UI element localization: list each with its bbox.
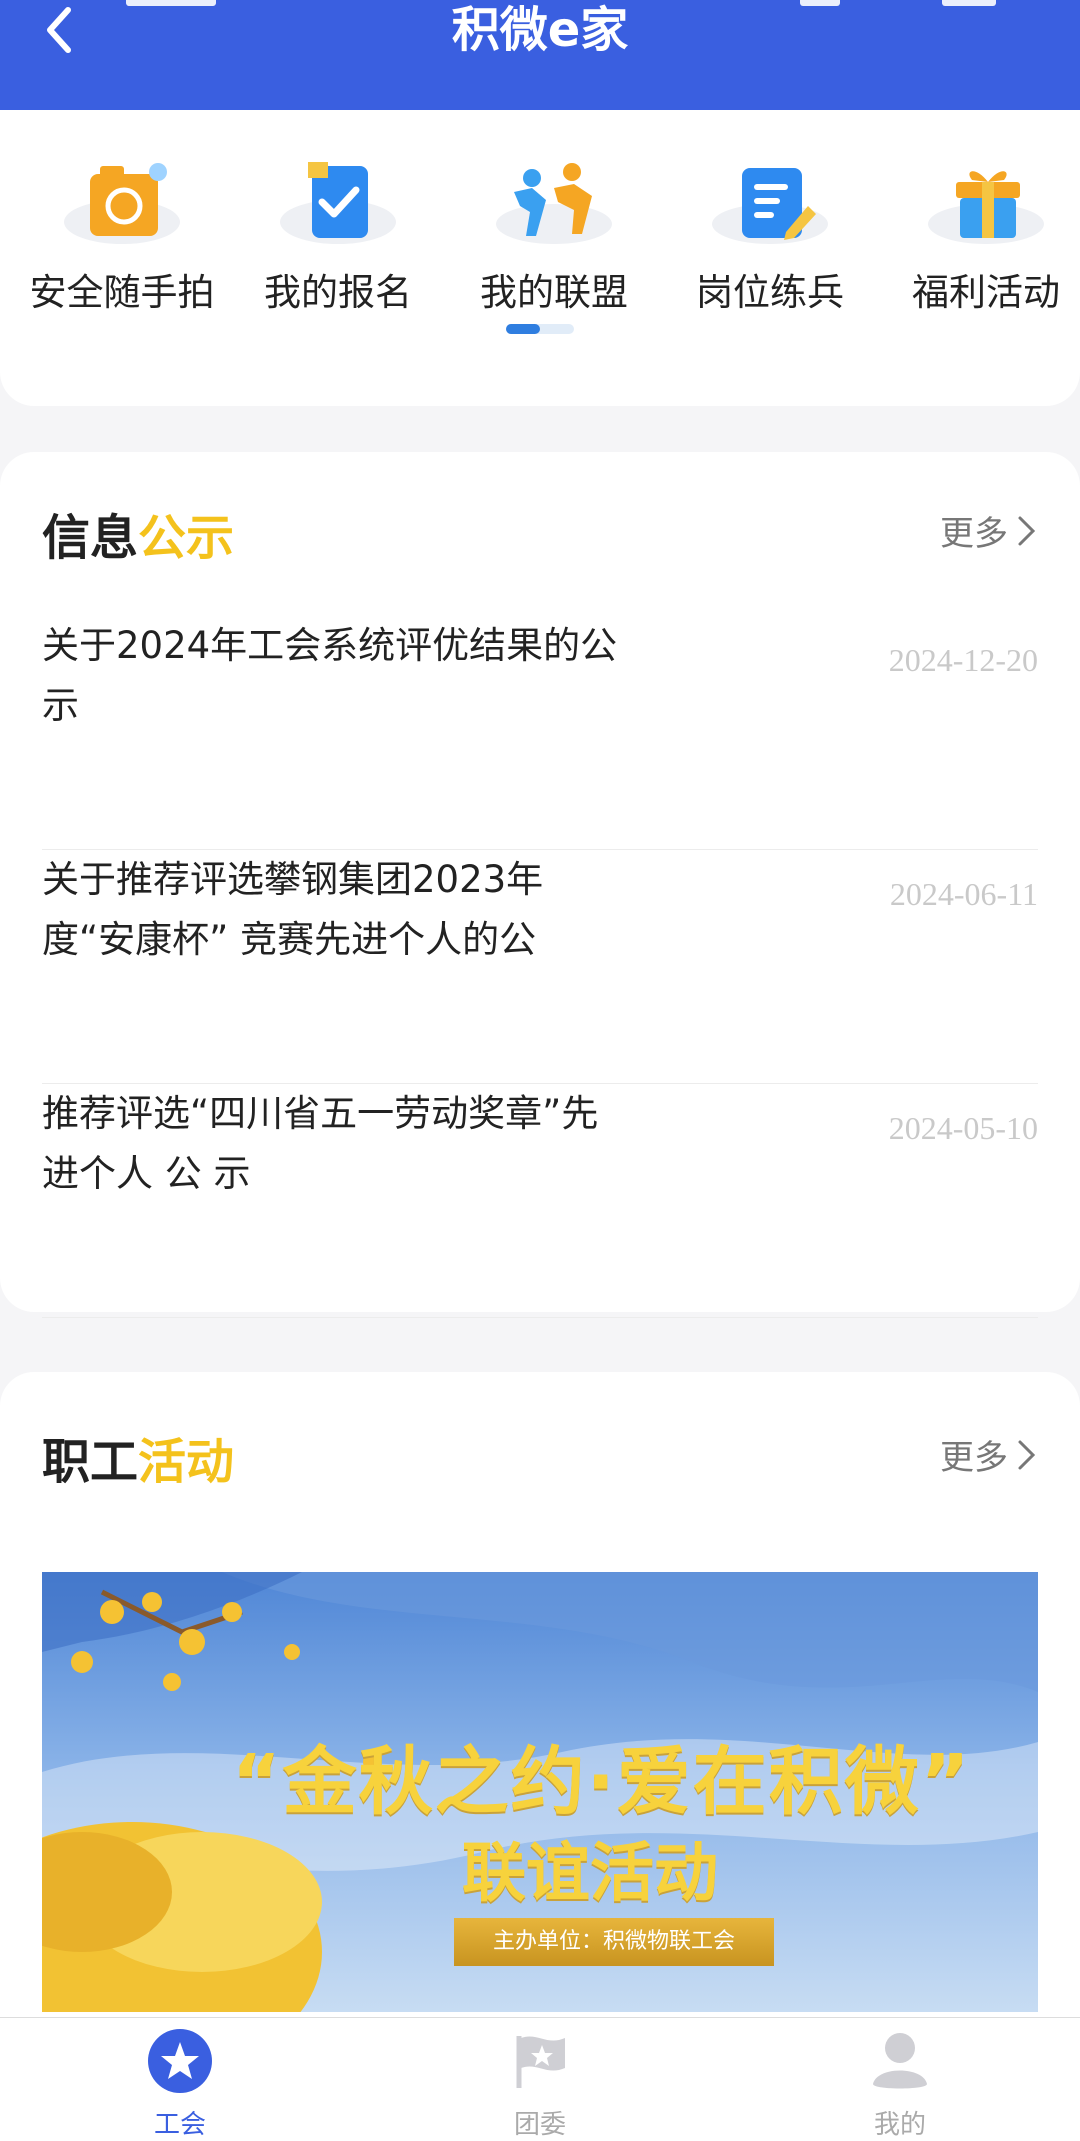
section-title-highlight: 活动: [138, 1434, 235, 1490]
gift-icon: [916, 152, 1056, 252]
banner-subtitle: 联谊活动: [462, 1837, 718, 1911]
notice-item[interactable]: 关于推荐评选攀钢集团2023年度“安康杯” 竞赛先进个人的公 2024-06-1…: [42, 850, 1038, 1084]
chevron-right-icon: [1018, 516, 1036, 545]
nav-tab-mine[interactable]: 我的: [800, 2028, 1000, 2141]
notice-item[interactable]: 关于2024年工会系统评优结果的公示 2024-12-20: [42, 616, 1038, 850]
activity-more-link[interactable]: 更多: [940, 1430, 1038, 1479]
notice-date: 2024-05-10: [888, 1110, 1038, 1146]
banner-headline: “金秋之约·爱在积微”: [232, 1739, 972, 1825]
shortcut-my-alliance[interactable]: 我的联盟: [446, 152, 662, 316]
chevron-right-icon: [1018, 1440, 1036, 1469]
more-label: 更多: [940, 514, 1008, 554]
shortcut-panel: 安全随手拍 我的报名 我的联盟 岗位练兵 福利活动: [0, 110, 1080, 406]
star-icon: [148, 2029, 212, 2093]
user-icon: [873, 2033, 927, 2089]
info-more-link[interactable]: 更多: [940, 506, 1038, 555]
banner-organizer-badge: 主办单位：积微物联工会: [454, 1918, 774, 1966]
shortcut-my-registration[interactable]: 我的报名: [230, 152, 446, 316]
document-icon: [700, 152, 840, 252]
notice-title: 推荐评选“四川省五一劳动奖章”先进个人 公 示: [42, 1092, 599, 1195]
notice-item[interactable]: 推荐评选“四川省五一劳动奖章”先进个人 公 示 2024-05-10: [42, 1084, 1038, 1318]
page-title: 积微e家: [451, 2, 629, 58]
nav-tab-label: 团委: [513, 2110, 566, 2140]
page-indicator-active-dot: [506, 324, 540, 334]
notice-title: 关于推荐评选攀钢集团2023年度“安康杯” 竞赛先进个人的公: [42, 858, 544, 961]
people-icon: [484, 152, 624, 252]
activity-banner[interactable]: “金秋之约·爱在积微” 联谊活动 主办单位：积微物联工会: [42, 1572, 1038, 2012]
section-title-info: 信息公示: [42, 498, 234, 568]
section-title-highlight: 公示: [138, 510, 235, 566]
more-label: 更多: [940, 1438, 1008, 1478]
section-title-part: 职工: [42, 1434, 139, 1490]
shortcut-label: 岗位练兵: [696, 271, 844, 314]
page-indicator: [506, 324, 574, 334]
shortcut-welfare-activity[interactable]: 福利活动: [878, 152, 1080, 316]
shortcut-safety-photo[interactable]: 安全随手拍: [14, 152, 230, 316]
shortcut-label: 我的联盟: [480, 271, 628, 314]
section-title-activity: 职工活动: [42, 1422, 234, 1492]
notice-title: 关于2024年工会系统评优结果的公示: [42, 624, 618, 727]
nav-tab-youth-league[interactable]: 团委: [440, 2028, 640, 2141]
shortcut-label: 我的报名: [264, 271, 412, 314]
checkbox-icon: [268, 152, 408, 252]
flag-icon: [516, 2036, 565, 2088]
info-notice-card: 信息公示 更多 关于2024年工会系统评优结果的公示 2024-12-20 关于…: [0, 452, 1080, 1318]
camera-icon: [52, 152, 192, 252]
notice-date: 2024-12-20: [888, 642, 1038, 678]
nav-tab-label: 我的: [873, 2110, 926, 2140]
shortcut-label: 安全随手拍: [29, 271, 215, 314]
header-bar: 积微e家: [0, 0, 1080, 110]
nav-tab-union[interactable]: 工会: [80, 2028, 280, 2141]
notice-date: 2024-06-11: [889, 876, 1038, 912]
shortcut-label: 福利活动: [912, 271, 1060, 314]
shortcut-job-training[interactable]: 岗位练兵: [662, 152, 878, 316]
bottom-nav: 工会 团委 我的: [0, 2017, 1080, 2141]
nav-tab-label: 工会: [153, 2110, 206, 2140]
section-title-part: 信息: [42, 510, 139, 566]
